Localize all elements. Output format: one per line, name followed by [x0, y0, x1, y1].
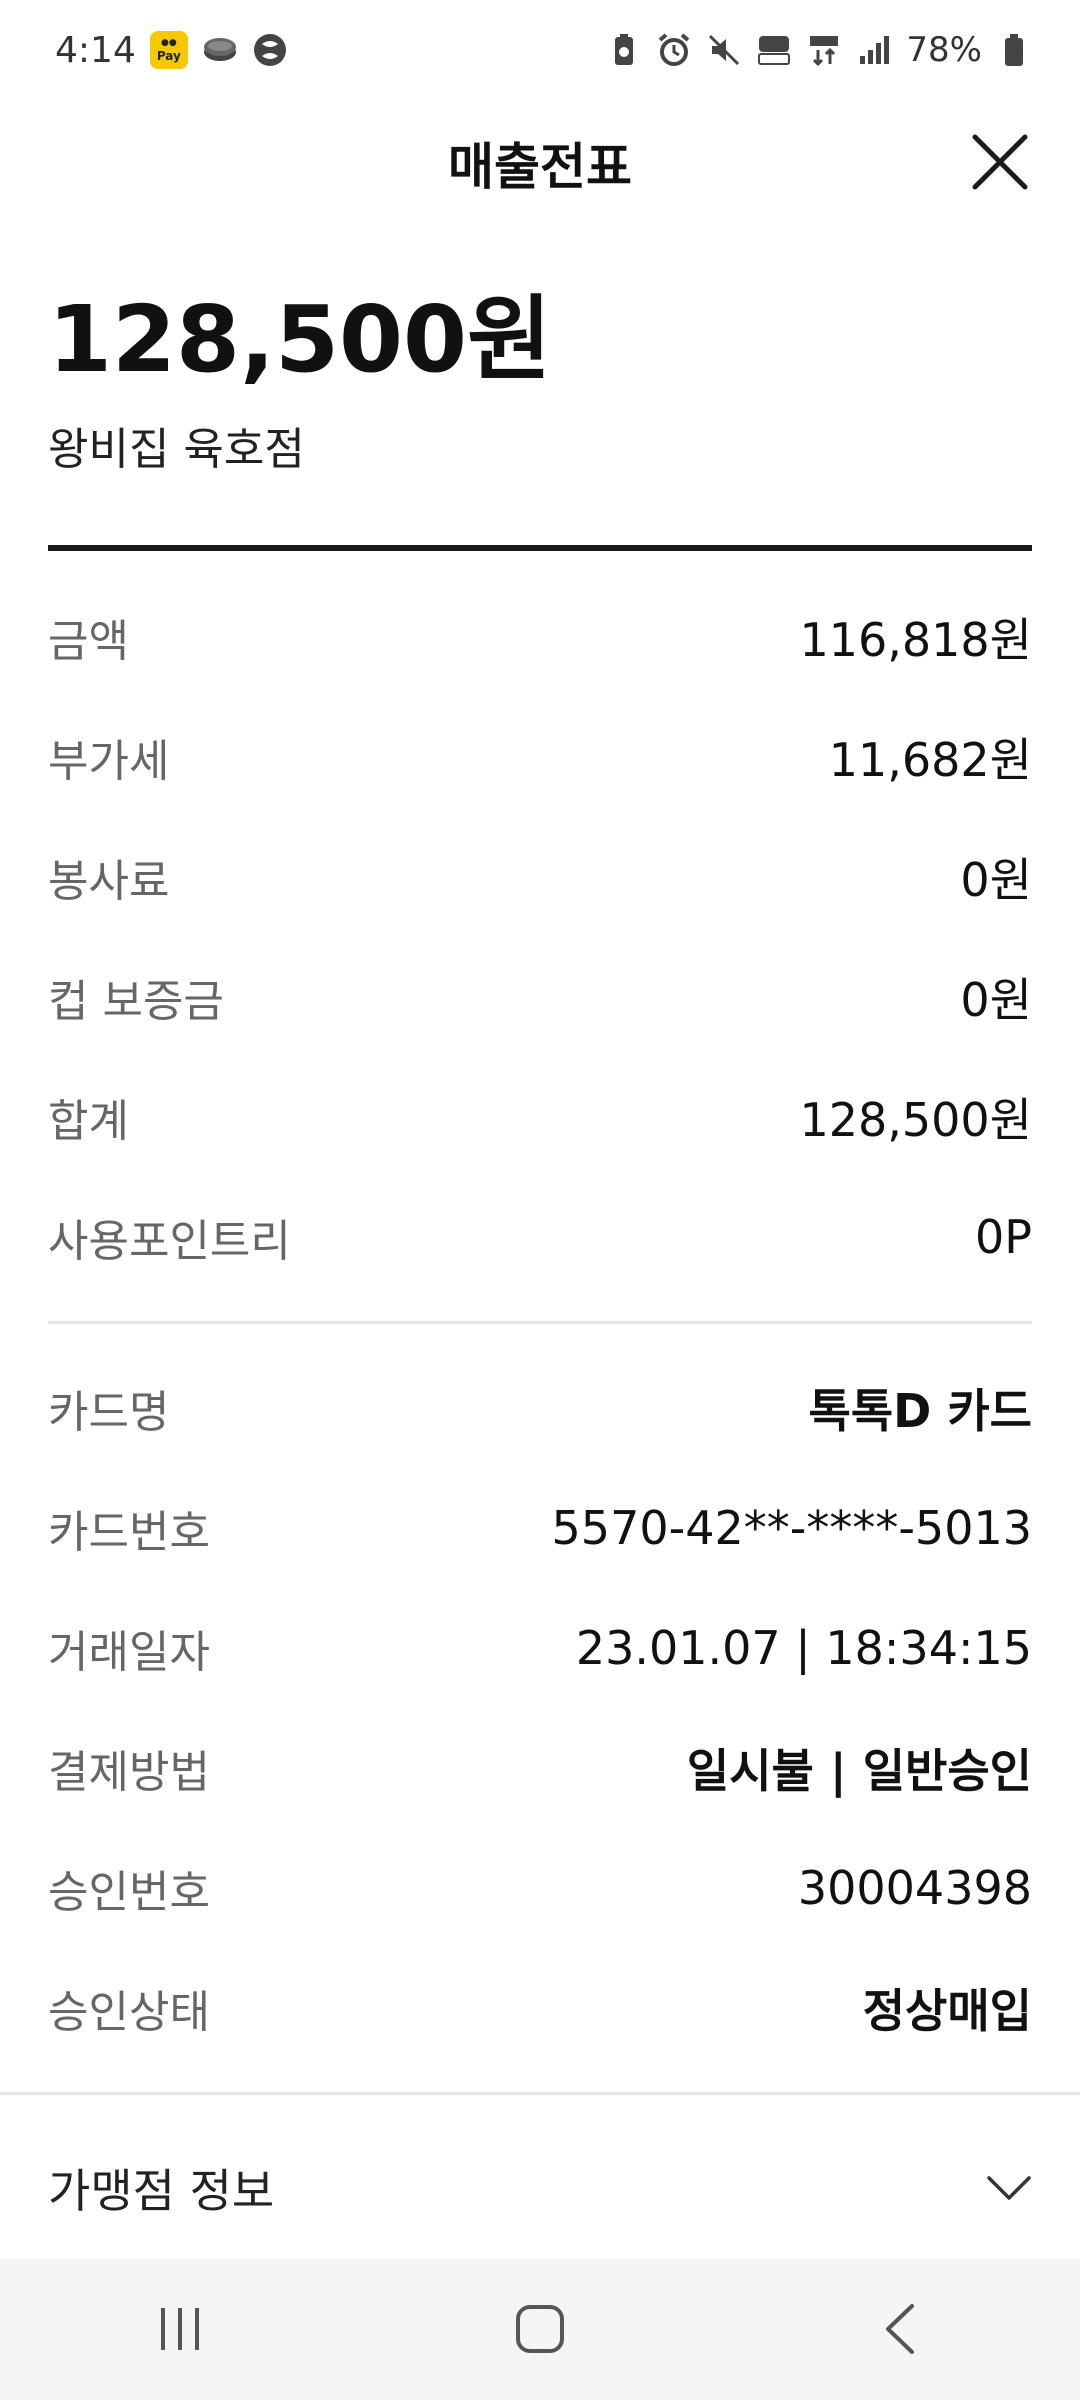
row-label: 사용포인트리: [48, 1216, 291, 1267]
amount-row: 합계 128,500원: [48, 1057, 1032, 1177]
merchant-info-toggle[interactable]: 가맹점 정보: [0, 2118, 1080, 2258]
section-divider: [0, 2092, 1080, 2095]
alarm-icon: [659, 33, 690, 66]
total-amount: 128,500원: [48, 286, 552, 393]
row-label: 카드번호: [48, 1507, 210, 1558]
row-label: 부가세: [48, 736, 170, 787]
row-label: 컵 보증금: [48, 976, 224, 1027]
lte-icon: [810, 36, 839, 67]
section-divider: [48, 545, 1032, 551]
mute-icon: [709, 34, 740, 66]
row-label: 승인번호: [48, 1867, 210, 1918]
coin-stack-icon: [203, 38, 236, 61]
merchant-info-label: 가맹점 정보: [48, 2164, 275, 2218]
battery-percent: 78%: [906, 30, 982, 70]
row-label: 합계: [48, 1096, 129, 1147]
row-label: 금액: [48, 616, 129, 667]
hd-voice-icon: [758, 36, 791, 65]
close-icon: [972, 134, 1028, 190]
row-value: 128,500원: [799, 1093, 1032, 1147]
row-value: 정상매입: [862, 1984, 1032, 2038]
row-value: 톡톡D 카드: [808, 1384, 1032, 1438]
pay-badge-label: Pay: [156, 49, 181, 63]
card-row: 카드번호 5570-42**-****-5013: [48, 1468, 1032, 1588]
row-value: 0원: [960, 973, 1032, 1027]
amount-summary: 128,500원 왕비집 육호점: [48, 285, 1032, 477]
card-row: 거래일자 23.01.07 | 18:34:15: [48, 1588, 1032, 1708]
status-time: 4:14: [55, 29, 136, 71]
row-value: 11,682원: [828, 733, 1032, 787]
back-icon: [886, 2304, 914, 2354]
status-bar: 4:14 ●● Pay 78%: [0, 0, 1080, 100]
chevron-down-icon: [987, 2176, 1031, 2200]
recents-button[interactable]: [120, 2284, 240, 2374]
amount-row: 금액 116,818원: [48, 577, 1032, 697]
back-button[interactable]: [840, 2284, 960, 2374]
app-logo-icon: [253, 34, 286, 66]
signal-icon: [860, 36, 890, 64]
amount-row: 컵 보증금 0원: [48, 937, 1032, 1057]
row-value: 0P: [974, 1210, 1032, 1264]
card-row: 승인상태 정상매입: [48, 1948, 1032, 2068]
row-value: 일시불 | 일반승인: [686, 1744, 1032, 1798]
amount-breakdown: 금액 116,818원 부가세 11,682원 봉사료 0원 컵 보증금 0원 …: [48, 577, 1032, 1297]
row-label: 봉사료: [48, 856, 170, 907]
amount-row: 사용포인트리 0P: [48, 1177, 1032, 1297]
home-icon: [516, 2305, 564, 2353]
system-nav-bar: [0, 2258, 1080, 2400]
row-value: 30004398: [797, 1861, 1032, 1915]
card-row: 승인번호 30004398: [48, 1828, 1032, 1948]
card-details: 카드명 톡톡D 카드 카드번호 5570-42**-****-5013 거래일자…: [48, 1348, 1032, 2068]
amount-row: 부가세 11,682원: [48, 697, 1032, 817]
row-value: 23.01.07 | 18:34:15: [575, 1621, 1032, 1675]
card-row: 카드명 톡톡D 카드: [48, 1348, 1032, 1468]
header: 매출전표: [0, 100, 1080, 225]
row-value: 116,818원: [799, 613, 1032, 667]
card-row: 결제방법 일시불 | 일반승인: [48, 1708, 1032, 1828]
status-right: 78%: [606, 30, 1032, 70]
row-value: 0원: [960, 853, 1032, 907]
row-label: 승인상태: [48, 1987, 210, 2038]
recents-icon: [161, 2308, 199, 2350]
store-name: 왕비집 육호점: [48, 424, 305, 475]
home-button[interactable]: [480, 2284, 600, 2374]
row-value: 5570-42**-****-5013: [551, 1501, 1032, 1555]
kakao-pay-icon: ●● Pay: [149, 31, 188, 69]
row-label: 결제방법: [48, 1747, 210, 1798]
section-divider: [48, 1321, 1032, 1324]
battery-saver-icon: [615, 34, 634, 65]
battery-icon: [1005, 34, 1023, 66]
page-title: 매출전표: [448, 137, 632, 196]
row-label: 카드명: [48, 1387, 170, 1438]
amount-row: 봉사료 0원: [48, 817, 1032, 937]
row-label: 거래일자: [48, 1627, 210, 1678]
status-left: 4:14 ●● Pay: [55, 30, 288, 71]
close-button[interactable]: [968, 130, 1032, 194]
